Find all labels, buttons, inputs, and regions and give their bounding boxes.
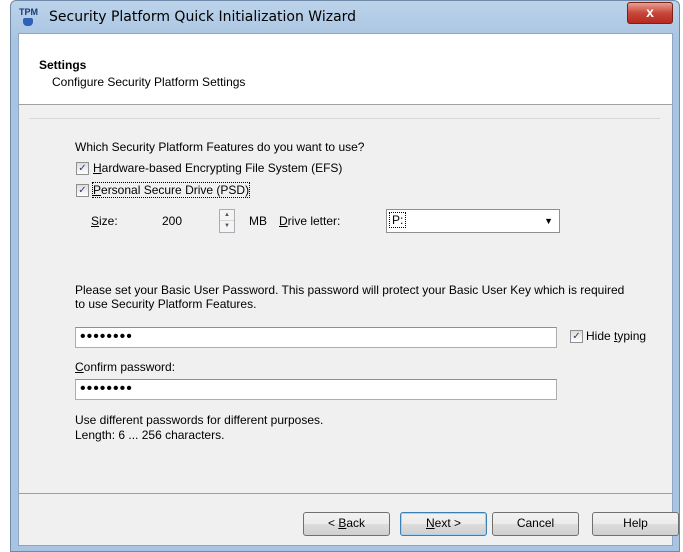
efs-label[interactable]: Hardware-based Encrypting File System (E… bbox=[93, 161, 342, 175]
size-unit: MB bbox=[249, 214, 267, 228]
psd-label-accel: P bbox=[93, 183, 102, 197]
back-button[interactable]: < Back bbox=[303, 512, 390, 536]
title-bar[interactable]: TPM Security Platform Quick Initializati… bbox=[11, 1, 679, 33]
checkmark-icon: ✓ bbox=[78, 185, 87, 196]
efs-checkbox[interactable]: ✓ bbox=[76, 162, 89, 175]
page-subtitle: Configure Security Platform Settings bbox=[52, 75, 246, 89]
spin-down-icon[interactable]: ▼ bbox=[220, 221, 234, 231]
hide-typing-checkbox[interactable]: ✓ bbox=[570, 330, 583, 343]
next-rest: ext > bbox=[434, 516, 462, 530]
confirm-password-field[interactable]: •••••••• bbox=[75, 379, 557, 400]
wizard-header: Settings Configure Security Platform Set… bbox=[19, 34, 672, 105]
back-rest: ack bbox=[346, 516, 366, 530]
size-spinner[interactable]: ▲ ▼ bbox=[219, 209, 235, 233]
efs-label-accel: H bbox=[93, 161, 102, 175]
help-button[interactable]: Help bbox=[592, 512, 679, 536]
password-instructions-line1: Please set your Basic User Password. Thi… bbox=[75, 283, 625, 297]
psd-checkbox[interactable]: ✓ bbox=[76, 184, 89, 197]
page-title: Settings bbox=[39, 58, 87, 72]
hide-typing-label[interactable]: Hide typing bbox=[586, 329, 646, 343]
password-instructions-line2: to use Security Platform Features. bbox=[75, 297, 257, 311]
size-label: Size: bbox=[91, 214, 118, 228]
key-icon bbox=[23, 18, 33, 26]
drive-letter-label: Drive letter: bbox=[279, 214, 340, 228]
drive-label-rest: rive letter: bbox=[287, 214, 341, 228]
back-prefix: < bbox=[327, 516, 339, 530]
password-hint-line1: Use different passwords for different pu… bbox=[75, 413, 324, 427]
next-accel: N bbox=[425, 516, 435, 530]
wizard-client-area: Settings Configure Security Platform Set… bbox=[18, 33, 679, 546]
wizard-window: TPM Security Platform Quick Initializati… bbox=[10, 0, 680, 552]
hide-typing-prefix: Hide bbox=[586, 329, 615, 343]
next-button[interactable]: Next > bbox=[400, 512, 487, 536]
size-value[interactable]: 200 bbox=[162, 214, 182, 228]
efs-label-rest: ardware-based Encrypting File System (EF… bbox=[101, 161, 343, 175]
spin-up-icon[interactable]: ▲ bbox=[220, 210, 234, 221]
app-icon-text: TPM bbox=[19, 7, 38, 17]
footer-divider bbox=[19, 493, 672, 494]
confirm-password-label: Confirm password: bbox=[75, 360, 175, 374]
close-icon: x bbox=[646, 4, 654, 20]
size-label-accel: S bbox=[91, 214, 100, 228]
close-button[interactable]: x bbox=[627, 2, 673, 24]
drive-label-accel: D bbox=[279, 214, 288, 228]
checkmark-icon: ✓ bbox=[78, 163, 87, 174]
psd-label[interactable]: Personal Secure Drive (PSD) bbox=[91, 182, 251, 198]
hide-typing-rest: yping bbox=[617, 329, 647, 343]
features-question: Which Security Platform Features do you … bbox=[75, 140, 365, 154]
cancel-button[interactable]: Cancel bbox=[492, 512, 579, 536]
size-label-rest: ize: bbox=[99, 214, 118, 228]
drive-letter-dropdown[interactable]: P: ▼ bbox=[386, 209, 560, 233]
window-title: Security Platform Quick Initialization W… bbox=[49, 9, 357, 25]
password-field[interactable]: •••••••• bbox=[75, 327, 557, 348]
chevron-down-icon: ▼ bbox=[544, 216, 553, 226]
confirm-label-accel: C bbox=[75, 360, 84, 374]
password-hint-line2: Length: 6 ... 256 characters. bbox=[75, 428, 225, 442]
psd-label-rest: ersonal Secure Drive (PSD) bbox=[101, 183, 250, 197]
checkmark-icon: ✓ bbox=[572, 331, 581, 342]
confirm-label-rest: onfirm password: bbox=[83, 360, 176, 374]
tpm-app-icon: TPM bbox=[19, 8, 41, 28]
drive-letter-value: P: bbox=[388, 212, 407, 228]
settings-panel: Which Security Platform Features do you … bbox=[29, 118, 660, 500]
